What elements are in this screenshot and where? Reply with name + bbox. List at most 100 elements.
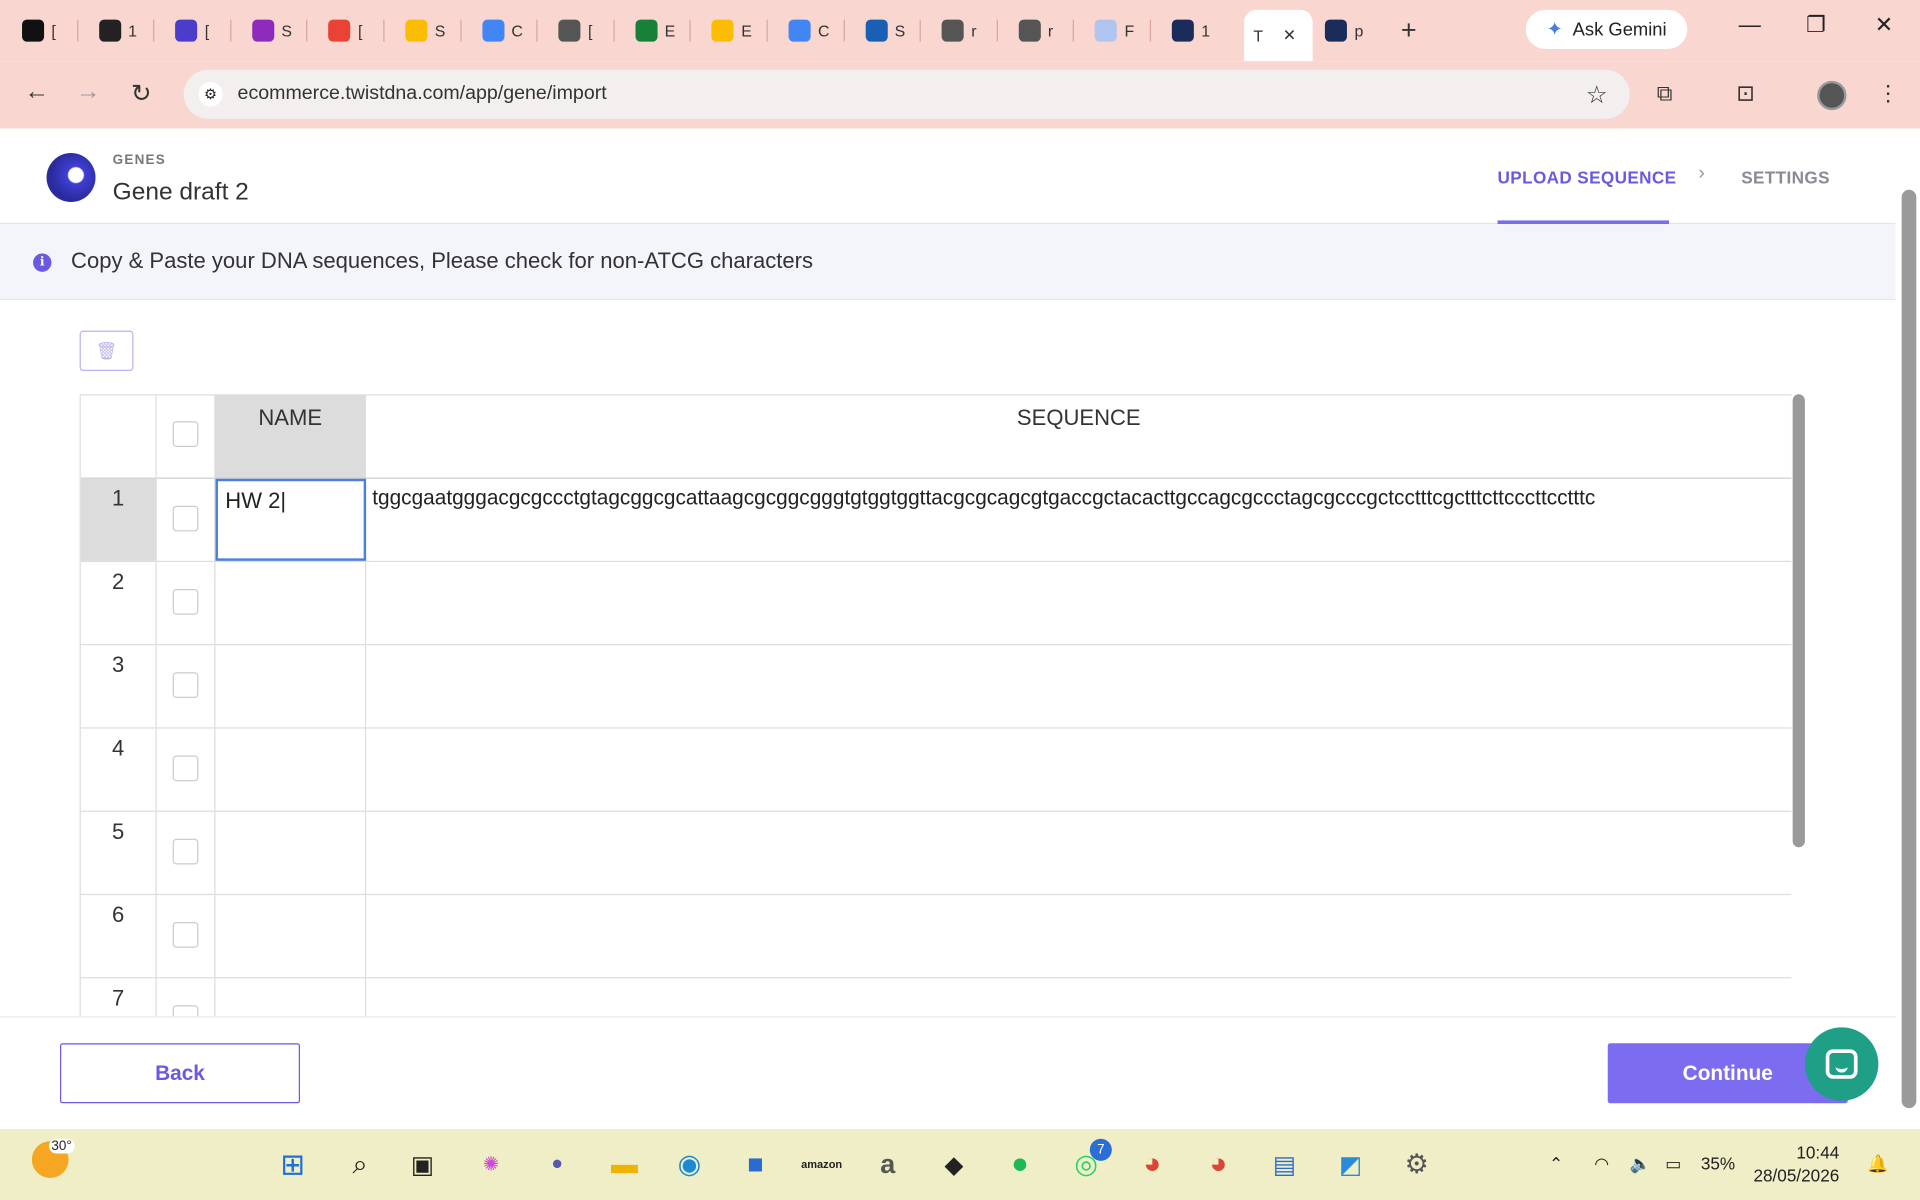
browser-tab[interactable]: S xyxy=(843,10,920,52)
row-number[interactable]: 5 xyxy=(81,811,157,894)
profile-avatar[interactable] xyxy=(1817,80,1847,111)
sequence-cell[interactable] xyxy=(366,811,1792,894)
name-cell[interactable] xyxy=(216,811,367,894)
page-scrollbar[interactable] xyxy=(1901,189,1917,1109)
browser-tab[interactable]: F xyxy=(1073,10,1150,52)
forward-arrow-icon[interactable]: → xyxy=(76,78,100,106)
sequence-cell[interactable] xyxy=(366,978,1792,1017)
twist-logo-icon[interactable] xyxy=(46,153,96,203)
name-cell[interactable] xyxy=(216,728,367,811)
row-number[interactable]: 2 xyxy=(81,562,157,645)
row-checkbox[interactable] xyxy=(172,1005,199,1017)
spotify-icon[interactable]: ● xyxy=(1002,1146,1039,1183)
name-cell[interactable] xyxy=(216,645,367,728)
name-cell[interactable] xyxy=(216,978,367,1017)
tab-title: p xyxy=(1354,21,1364,40)
chrome-profile-icon[interactable]: ◕ xyxy=(1200,1146,1237,1183)
sequence-cell[interactable]: tggcgaatgggacgcgccctgtagcggcgcattaagcgcg… xyxy=(366,478,1792,561)
browser-tab[interactable]: r xyxy=(996,10,1073,52)
delete-rows-button[interactable]: 🗑 xyxy=(79,330,134,372)
address-bar[interactable]: ⚙ ecommerce.twistdna.com/app/gene/import… xyxy=(183,69,1630,119)
copilot-icon[interactable]: ✺ xyxy=(473,1146,510,1183)
browser-tab[interactable]: C xyxy=(767,10,844,52)
notepad-icon[interactable]: ▤ xyxy=(1266,1146,1303,1183)
tab-search-icon[interactable]: ⊡ xyxy=(1736,81,1754,107)
bookmark-star-icon[interactable]: ☆ xyxy=(1586,80,1608,111)
row-number[interactable]: 4 xyxy=(81,728,157,811)
sequence-cell[interactable] xyxy=(366,562,1792,645)
grid-scrollbar[interactable] xyxy=(1792,394,1805,848)
amazon-shopping-icon[interactable]: amazon xyxy=(801,1146,842,1183)
back-button[interactable]: Back xyxy=(60,1043,301,1104)
battery-icon[interactable]: ▭ xyxy=(1665,1153,1681,1174)
edge-icon[interactable]: ◉ xyxy=(671,1146,708,1183)
browser-tab[interactable]: r xyxy=(920,10,997,52)
select-all-checkbox[interactable] xyxy=(172,421,199,447)
name-cell[interactable] xyxy=(216,895,367,978)
browser-tab-active[interactable]: T ✕ xyxy=(1243,9,1313,62)
search-icon[interactable]: ⌕ xyxy=(342,1146,379,1183)
row-checkbox[interactable] xyxy=(172,922,199,948)
minimize-icon[interactable]: — xyxy=(1739,12,1761,38)
restore-icon[interactable]: ❐ xyxy=(1806,12,1826,38)
tab-favicon-icon xyxy=(1171,19,1194,42)
sequence-cell[interactable] xyxy=(366,895,1792,978)
file-explorer-icon[interactable]: ▬ xyxy=(606,1146,643,1183)
browser-tab[interactable]: 1 xyxy=(1150,10,1227,52)
photos-icon[interactable]: ◩ xyxy=(1332,1146,1369,1183)
clock[interactable]: 10:44 28/05/2026 xyxy=(1753,1141,1839,1188)
menu-kebab-icon[interactable]: ⋮ xyxy=(1877,81,1899,107)
chat-launcher-button[interactable] xyxy=(1804,1027,1879,1101)
row-number[interactable]: 3 xyxy=(81,645,157,728)
store-icon[interactable]: ■ xyxy=(737,1146,774,1183)
browser-tab[interactable]: S xyxy=(230,10,307,52)
sequence-cell[interactable] xyxy=(366,728,1792,811)
back-arrow-icon[interactable]: ← xyxy=(24,78,48,106)
name-column-header[interactable]: NAME xyxy=(215,395,367,479)
row-checkbox[interactable] xyxy=(172,755,199,782)
step-settings[interactable]: SETTINGS xyxy=(1741,168,1830,188)
step-upload-sequence[interactable]: UPLOAD SEQUENCE xyxy=(1498,168,1677,188)
browser-tab[interactable]: [ xyxy=(0,10,77,52)
browser-tab[interactable]: [ xyxy=(537,10,614,52)
row-number[interactable]: 6 xyxy=(81,895,157,978)
browser-tab[interactable]: S xyxy=(383,10,460,52)
windows-start-icon[interactable]: ⊞ xyxy=(274,1146,311,1183)
chrome-icon[interactable]: ◕ xyxy=(1134,1146,1171,1183)
row-checkbox[interactable] xyxy=(172,505,199,532)
ask-gemini-button[interactable]: ✦ Ask Gemini xyxy=(1525,9,1688,49)
browser-tab[interactable]: E xyxy=(613,10,690,52)
row-number[interactable]: 7 xyxy=(81,978,157,1017)
notification-icon[interactable]: 🔔 xyxy=(1867,1153,1888,1174)
tab-title: C xyxy=(817,21,830,40)
extensions-icon[interactable]: ⧉ xyxy=(1657,81,1673,107)
sequence-cell[interactable] xyxy=(366,645,1792,728)
reload-icon[interactable]: ↻ xyxy=(131,78,152,109)
amazon-app-icon[interactable]: a xyxy=(869,1146,906,1183)
browser-tab[interactable]: E xyxy=(690,10,767,52)
teams-icon[interactable]: ● xyxy=(539,1146,576,1183)
browser-tab[interactable]: [ xyxy=(153,10,230,52)
row-number[interactable]: 1 xyxy=(80,478,157,561)
close-window-icon[interactable]: ✕ xyxy=(1875,12,1893,38)
settings-gear-icon[interactable]: ⚙ xyxy=(1398,1146,1435,1183)
browser-tab[interactable]: [ xyxy=(307,10,384,52)
dropbox-icon[interactable]: ◆ xyxy=(936,1146,973,1183)
row-checkbox[interactable] xyxy=(172,838,199,865)
name-cell[interactable] xyxy=(216,562,367,645)
breadcrumb-section[interactable]: GENES xyxy=(113,153,166,168)
name-cell[interactable]: HW 2| xyxy=(215,478,367,561)
tab-close-icon[interactable]: ✕ xyxy=(1283,26,1296,46)
tray-chevron-icon[interactable]: ⌃ xyxy=(1549,1153,1563,1174)
row-checkbox[interactable] xyxy=(172,588,199,615)
sequence-column-header[interactable]: SEQUENCE xyxy=(366,395,1792,479)
row-checkbox[interactable] xyxy=(172,672,199,698)
task-view-icon[interactable]: ▣ xyxy=(404,1146,441,1183)
browser-tab[interactable]: C xyxy=(460,10,537,52)
site-settings-icon[interactable]: ⚙ xyxy=(198,82,223,107)
browser-tab[interactable]: 1 xyxy=(77,10,154,52)
volume-icon[interactable]: 🔈 xyxy=(1630,1153,1651,1174)
browser-tab[interactable]: p xyxy=(1303,10,1380,52)
new-tab-button[interactable]: + xyxy=(1401,15,1417,47)
wifi-icon[interactable]: ◠ xyxy=(1594,1153,1609,1174)
